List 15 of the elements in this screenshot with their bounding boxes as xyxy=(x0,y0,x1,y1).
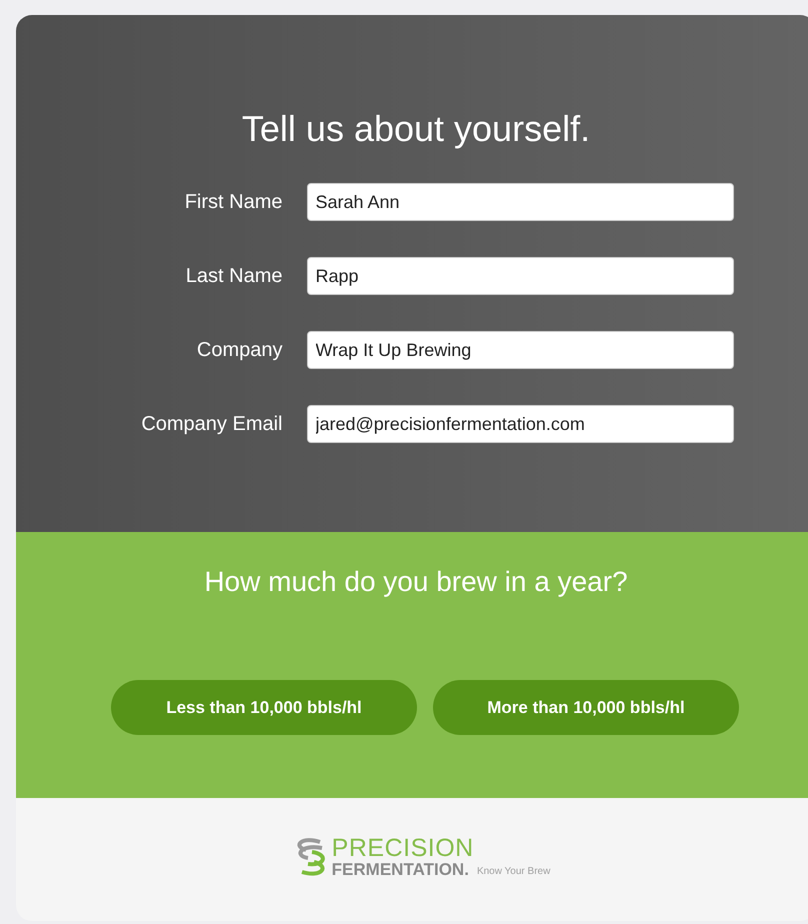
logo-bottom-text: FERMENTATION xyxy=(332,861,464,878)
input-field[interactable]: Sarah Ann xyxy=(306,183,734,221)
logo-top-text: PRECISION xyxy=(332,836,475,861)
field-label: Company Email xyxy=(140,412,284,437)
field-label: Company xyxy=(196,338,284,363)
logo-dot: . xyxy=(464,861,469,878)
volume-button[interactable]: More than 10,000 bbls/hl xyxy=(433,680,739,735)
field-label: First Name xyxy=(184,190,284,215)
logo-tagline: Know Your Brew xyxy=(476,867,550,877)
input-field[interactable]: Rapp xyxy=(306,257,734,295)
input-field[interactable]: Wrap It Up Brewing xyxy=(306,331,734,369)
form-title: Tell us about yourself. xyxy=(242,107,590,151)
volume-button[interactable]: Less than 10,000 bbls/hl xyxy=(111,680,417,735)
volume-question: How much do you brew in a year? xyxy=(204,565,628,599)
field-label: Last Name xyxy=(184,264,284,289)
